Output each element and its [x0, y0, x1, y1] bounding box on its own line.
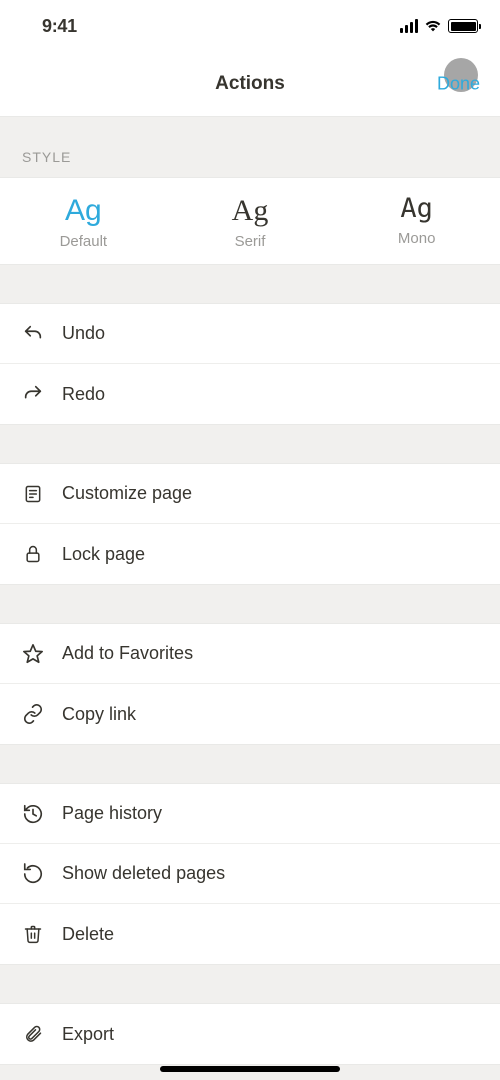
- copy-link-item[interactable]: Copy link: [0, 684, 500, 744]
- undo-icon: [22, 323, 44, 345]
- battery-icon: [448, 19, 478, 33]
- undo-item[interactable]: Undo: [0, 304, 500, 364]
- show-deleted-label: Show deleted pages: [62, 863, 225, 884]
- history-icon: [22, 803, 44, 825]
- status-time: 9:41: [22, 16, 77, 37]
- undo-label: Undo: [62, 323, 105, 344]
- history-group: Undo Redo: [0, 303, 500, 425]
- style-label-mono: Mono: [333, 230, 500, 247]
- star-icon: [22, 643, 44, 665]
- restore-icon: [22, 863, 44, 885]
- trash-icon: [22, 923, 44, 945]
- export-group: Export: [0, 1003, 500, 1065]
- attachment-icon: [22, 1023, 44, 1045]
- style-section-label: STYLE: [0, 117, 500, 177]
- style-selector: Ag Default Ag Serif Ag Mono: [0, 177, 500, 265]
- redo-label: Redo: [62, 384, 105, 405]
- manage-group: Page history Show deleted pages Delete: [0, 783, 500, 965]
- cellular-icon: [400, 19, 419, 33]
- home-indicator[interactable]: [160, 1066, 340, 1072]
- lock-page-item[interactable]: Lock page: [0, 524, 500, 584]
- export-item[interactable]: Export: [0, 1004, 500, 1064]
- style-label-serif: Serif: [167, 233, 334, 250]
- copy-link-label: Copy link: [62, 704, 136, 725]
- share-group: Add to Favorites Copy link: [0, 623, 500, 745]
- page-group: Customize page Lock page: [0, 463, 500, 585]
- status-bar: 9:41: [0, 0, 500, 52]
- lock-page-label: Lock page: [62, 544, 145, 565]
- redo-item[interactable]: Redo: [0, 364, 500, 424]
- style-option-mono[interactable]: Ag Mono: [333, 178, 500, 264]
- style-sample-serif: Ag: [167, 194, 334, 227]
- link-icon: [22, 703, 44, 725]
- lock-icon: [22, 543, 44, 565]
- style-sample-default: Ag: [0, 194, 167, 227]
- add-to-favorites-item[interactable]: Add to Favorites: [0, 624, 500, 684]
- customize-page-item[interactable]: Customize page: [0, 464, 500, 524]
- style-sample-mono: Ag: [333, 194, 500, 224]
- show-deleted-item[interactable]: Show deleted pages: [0, 844, 500, 904]
- customize-page-label: Customize page: [62, 483, 192, 504]
- style-label-default: Default: [0, 233, 167, 250]
- sheet-header: Actions Done: [0, 52, 500, 117]
- style-option-default[interactable]: Ag Default: [0, 178, 167, 264]
- export-label: Export: [62, 1024, 114, 1045]
- page-history-item[interactable]: Page history: [0, 784, 500, 844]
- delete-label: Delete: [62, 924, 114, 945]
- page-history-label: Page history: [62, 803, 162, 824]
- wifi-icon: [424, 19, 442, 33]
- sheet-title: Actions: [215, 73, 285, 95]
- page-icon: [22, 483, 44, 505]
- add-to-favorites-label: Add to Favorites: [62, 643, 193, 664]
- redo-icon: [22, 383, 44, 405]
- style-option-serif[interactable]: Ag Serif: [167, 178, 334, 264]
- status-indicators: [400, 19, 479, 33]
- done-button[interactable]: Done: [437, 74, 480, 95]
- delete-item[interactable]: Delete: [0, 904, 500, 964]
